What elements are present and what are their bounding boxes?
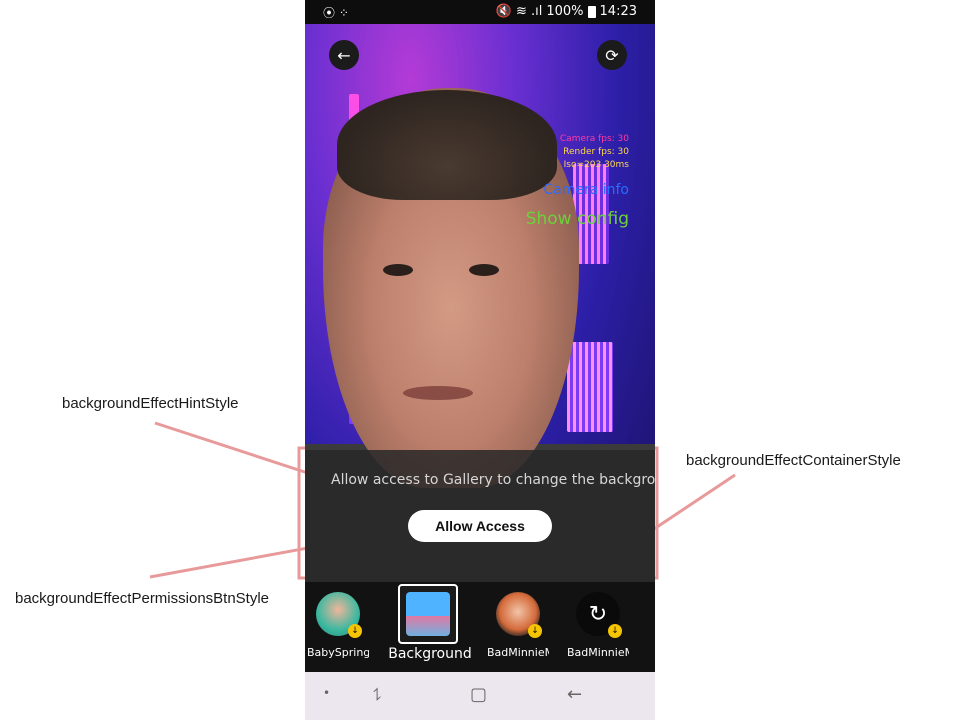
avatar: ↻ ↓ xyxy=(576,592,622,638)
arrow-left-icon: ← xyxy=(337,45,351,65)
battery-icon xyxy=(587,5,596,18)
effect-item[interactable]: ↻ ↓ BadMinnieM... xyxy=(567,592,629,659)
effects-carousel: ↓ BabySpring... Background ↓ BadMinnieM.… xyxy=(305,582,655,672)
effect-name: BadMinnieM... xyxy=(487,646,549,659)
person-hair xyxy=(337,90,557,200)
container-arrow-line xyxy=(644,473,736,537)
avatar: ↓ xyxy=(496,592,542,638)
back-button[interactable]: ← xyxy=(329,40,359,70)
phone-screen: ⦿ ⁘ 🔇 ≋ .ıl 100% 14:23 ← ⟳ Camera fps: 3… xyxy=(305,0,655,720)
person-eye xyxy=(469,264,499,276)
status-right: 🔇 ≋ .ıl 100% 14:23 xyxy=(496,4,637,19)
refresh-icon: ⟳ xyxy=(605,45,619,65)
status-left-icons: ⦿ ⁘ xyxy=(323,6,349,20)
reload-icon: ↻ xyxy=(588,601,608,627)
effect-name: Background xyxy=(388,646,472,662)
person-eye xyxy=(383,264,413,276)
permissions-btn-style-label: backgroundEffectPermissionsBtnStyle xyxy=(15,590,270,607)
effect-name: BabySpring... xyxy=(307,646,369,659)
camera-fps: Camera fps: 30 xyxy=(559,134,629,144)
status-bar: ⦿ ⁘ 🔇 ≋ .ıl 100% 14:23 xyxy=(305,0,655,24)
show-config-link[interactable]: Show config xyxy=(526,209,629,229)
avatar: ↓ xyxy=(316,592,362,638)
battery-percent: 100% xyxy=(546,4,584,19)
recent-apps-icon[interactable]: ⥍ xyxy=(373,684,381,705)
hint-style-label: backgroundEffectHintStyle xyxy=(62,395,239,412)
camera-info-link[interactable]: Camera info xyxy=(543,182,629,198)
effect-item[interactable]: ↓ BabySpring... xyxy=(307,592,369,659)
signal-icon: 🔇 ≋ .ıl xyxy=(495,4,543,19)
background-effect-container: Allow access to Gallery to change the ba… xyxy=(305,450,655,582)
system-navbar: • ⥍ ▢ ← xyxy=(305,672,655,720)
dot-icon[interactable]: • xyxy=(323,686,330,700)
person-mouth xyxy=(403,386,473,400)
download-icon: ↓ xyxy=(528,624,542,638)
background-effect-hint: Allow access to Gallery to change the ba… xyxy=(331,472,655,488)
effect-item[interactable]: ↓ BadMinnieM... xyxy=(487,592,549,659)
render-fps: Render fps: 30 xyxy=(563,147,629,157)
download-icon: ↓ xyxy=(608,624,622,638)
container-style-label: backgroundEffectContainerStyle xyxy=(686,452,901,469)
clock: 14:23 xyxy=(599,4,637,19)
allow-access-button[interactable]: Allow Access xyxy=(408,510,552,542)
home-icon[interactable]: ▢ xyxy=(470,684,487,705)
download-icon: ↓ xyxy=(348,624,362,638)
back-nav-icon[interactable]: ← xyxy=(567,684,582,705)
image-icon xyxy=(406,592,450,636)
hint-arrow-line xyxy=(154,421,321,479)
switch-camera-button[interactable]: ⟳ xyxy=(597,40,627,70)
effect-item-selected[interactable] xyxy=(398,584,458,644)
neon-bar xyxy=(567,342,613,432)
effect-name: BadMinnieM... xyxy=(567,646,629,659)
iso-readout: Iso=203 30ms xyxy=(563,160,629,170)
